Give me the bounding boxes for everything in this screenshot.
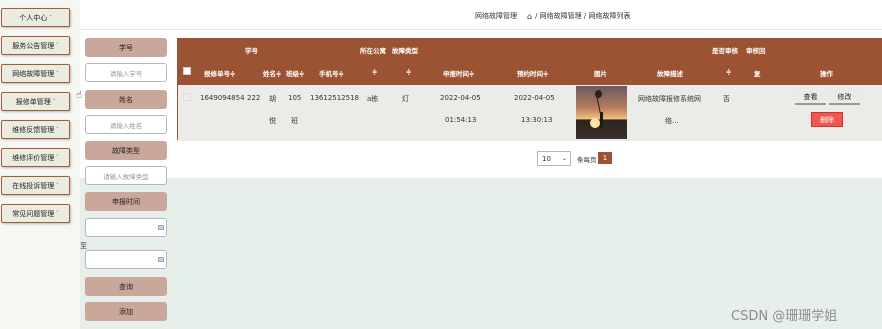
column-header-actions: 操作 — [820, 70, 833, 78]
sidebar-item-complaints[interactable]: 在线投诉管理 ˅ — [1, 176, 70, 195]
student-id-input[interactable]: 请输入学号 — [85, 63, 167, 82]
cell-is-reviewed: 否 — [723, 95, 730, 103]
sidebar-item-network-faults[interactable]: 网络故障管理 ˅ — [1, 64, 70, 83]
column-sort-fault-description[interactable]: ≑ — [726, 68, 731, 76]
fault-table: 学号 所在公寓 故障类型 是否审核 审核回 报修单号≑ 姓名≑ 班级≑ 手机号≑… — [177, 38, 882, 141]
view-button[interactable]: 查看 — [795, 90, 826, 105]
query-button[interactable]: 查询 — [85, 277, 167, 296]
chevron-down-icon: ˅ — [56, 70, 59, 77]
chevron-down-icon: ⌄ — [561, 155, 567, 162]
column-header-appointment-time[interactable]: 预约时间≑ — [517, 68, 548, 78]
sidebar-item-label: 个人中心 — [19, 13, 48, 22]
sidebar-item-label: 报修单管理 — [15, 97, 51, 106]
column-header-fault-description: 故障描述 — [657, 70, 683, 78]
name-label: 姓名 — [85, 90, 167, 109]
page-number-current[interactable]: 1 — [598, 152, 612, 164]
column-sort-fault-type[interactable]: ≑ — [406, 68, 411, 76]
column-header-phone[interactable]: 手机号≑ — [319, 68, 344, 78]
home-icon[interactable]: ⌂ — [527, 12, 532, 21]
sidebar-item-label: 在线投诉管理 — [12, 181, 55, 190]
fault-image-thumbnail[interactable] — [576, 86, 627, 139]
column-header-is-reviewed: 是否审核 — [712, 47, 738, 55]
cell-student-id: 222 — [247, 94, 261, 102]
report-time-end-field[interactable] — [85, 250, 167, 269]
calendar-icon[interactable] — [158, 225, 164, 230]
sidebar-item-faq[interactable]: 常见问题管理 ˅ — [1, 204, 70, 223]
table-row: 1649094854 222 胡 悦 105 班 13612512518 a栋 … — [178, 85, 882, 141]
sidebar-item-repair-orders[interactable]: 报修单管理 ˅ — [1, 92, 70, 111]
thumbnail-balloon-string — [596, 96, 601, 113]
sidebar-item-repair-feedback[interactable]: 维修反馈管理 ˅ — [1, 120, 70, 139]
edit-button[interactable]: 修改 — [829, 90, 860, 105]
column-header-reply: 复 — [754, 70, 761, 78]
add-button[interactable]: 添加 — [85, 302, 167, 321]
chevron-down-icon: ˅ — [56, 154, 59, 161]
column-header-dorm: 所在公寓 — [360, 47, 386, 55]
mouse-cursor-icon: ☝ — [76, 90, 83, 101]
sidebar: 个人中心 ˅ 服务公告管理 ˅ 网络故障管理 ˅ 报修单管理 ˅ 维修反馈管理 ˅ 维修评… — [0, 0, 80, 329]
cell-class-line2: 班 — [291, 117, 298, 125]
column-header-class[interactable]: 班级≑ — [286, 68, 304, 78]
per-page-label: 条每页 — [577, 156, 597, 164]
chevron-down-icon: ˅ — [52, 98, 56, 105]
top-bar: 网络故障管理 ⌂ / 网络故障管理 / 网络故障列表 — [80, 0, 882, 30]
column-header-name[interactable]: 姓名≑ — [263, 68, 281, 78]
cell-fault-description-line2: 络... — [665, 117, 679, 125]
cell-report-no: 1649094854 — [200, 94, 245, 102]
sidebar-item-label: 维修反馈管理 — [12, 125, 55, 134]
cell-fault-type: 灯 — [402, 95, 409, 103]
chevron-down-icon: ˅ — [49, 14, 52, 21]
cell-class-line1: 105 — [288, 94, 302, 102]
chevron-down-icon: ˅ — [56, 42, 59, 49]
thumbnail-balloon — [595, 90, 602, 98]
sidebar-item-repair-reviews[interactable]: 维修评价管理 ˅ — [1, 148, 70, 167]
sidebar-item-label: 常见问题管理 — [12, 209, 55, 218]
calendar-icon[interactable] — [158, 257, 164, 262]
select-all-checkbox[interactable] — [183, 67, 191, 75]
cell-appointment-clock: 13:30:13 — [521, 116, 553, 124]
breadcrumb: 网络故障管理 ⌂ / 网络故障管理 / 网络故障列表 — [475, 11, 630, 21]
fault-type-label: 故障类型 — [85, 141, 167, 160]
student-id-label: 学号 — [85, 38, 167, 57]
cell-dorm: a栋 — [367, 95, 379, 103]
report-time-start-field[interactable] — [85, 218, 167, 237]
name-input[interactable]: 请输入姓名 — [85, 115, 167, 134]
cell-fault-description-line1: 网络故障报修系统网 — [638, 95, 701, 103]
column-header-report-no[interactable]: 报修单号≑ — [204, 68, 235, 78]
sidebar-item-personal-center[interactable]: 个人中心 ˅ — [1, 8, 70, 27]
chevron-down-icon: ˅ — [56, 210, 59, 217]
cell-report-clock: 01:54:13 — [445, 116, 477, 124]
cell-phone: 13612512518 — [310, 94, 359, 102]
row-checkbox[interactable] — [183, 93, 191, 101]
column-header-image: 图片 — [594, 70, 607, 78]
fault-type-input[interactable]: 请输入故障类型 — [85, 166, 167, 185]
page-title: 网络故障管理 — [475, 12, 517, 20]
column-header-fault-type: 故障类型 — [392, 47, 418, 55]
column-header-student-id: 学号 — [245, 47, 258, 55]
page-size-value: 10 — [542, 154, 551, 163]
page-size-select[interactable]: 10 ⌄ — [537, 151, 571, 166]
sidebar-item-label: 网络故障管理 — [12, 69, 55, 78]
breadcrumb-path[interactable]: / 网络故障管理 / 网络故障列表 — [535, 11, 630, 21]
chevron-down-icon: ˅ — [56, 126, 59, 133]
cell-name-line2: 悦 — [269, 117, 276, 125]
sidebar-item-label: 服务公告管理 — [12, 41, 55, 50]
delete-button[interactable]: 删除 — [811, 112, 843, 127]
sidebar-item-label: 维修评价管理 — [12, 153, 55, 162]
thumbnail-sun — [590, 118, 600, 128]
cell-report-date: 2022-04-05 — [440, 94, 481, 102]
watermark: CSDN @珊珊学姐 — [731, 309, 838, 324]
column-header-report-time[interactable]: 申报时间≑ — [443, 68, 474, 78]
sidebar-item-announcements[interactable]: 服务公告管理 ˅ — [1, 36, 70, 55]
thumbnail-girl-silhouette — [600, 112, 603, 128]
column-header-review-reply: 审核回 — [746, 47, 766, 55]
chevron-down-icon: ˅ — [56, 182, 59, 189]
cell-name-line1: 胡 — [269, 95, 276, 103]
table-header: 学号 所在公寓 故障类型 是否审核 审核回 报修单号≑ 姓名≑ 班级≑ 手机号≑… — [178, 39, 882, 85]
report-time-label: 申报时间 — [85, 192, 167, 211]
cell-appointment-date: 2022-04-05 — [514, 94, 555, 102]
column-sort-dorm[interactable]: ≑ — [372, 68, 377, 76]
